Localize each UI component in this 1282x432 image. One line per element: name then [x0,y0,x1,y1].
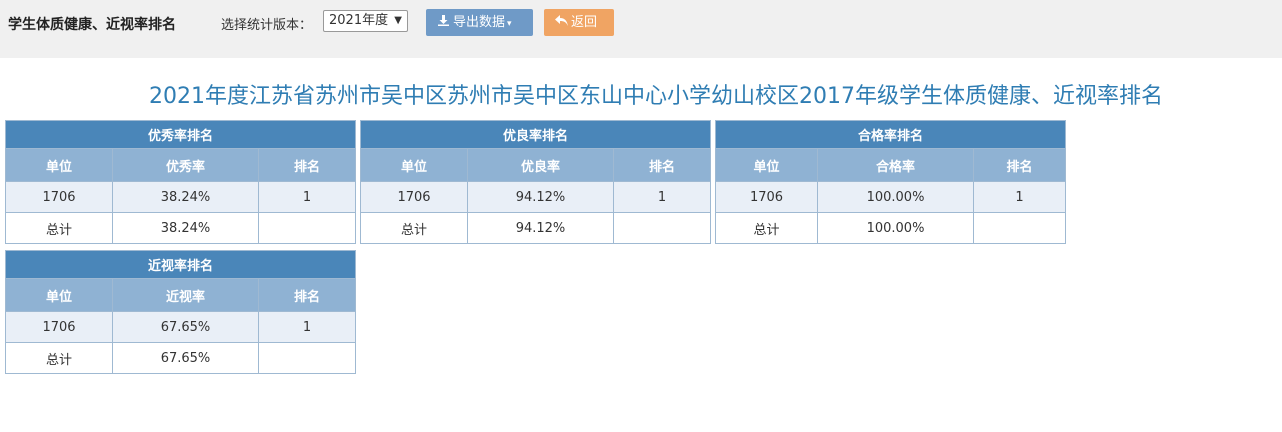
column-header: 排名 [612,148,712,182]
table-cell: 1706 [715,181,818,213]
page-title: 学生体质健康、近视率排名 [8,17,176,33]
table-cell: 1706 [5,311,113,343]
back-label: 返回 [571,15,598,30]
table-cell [257,342,357,374]
column-header: 近视率 [112,278,259,312]
table-cell [257,212,357,244]
export-data-button[interactable]: 导出数据 ▾ [426,9,533,36]
column-header: 排名 [257,148,357,182]
toolbar: 学生体质健康、近视率排名 选择统计版本： 2021年度 ▼ 导出数据 ▾ 返回 [0,0,1282,58]
column-header: 单位 [5,148,113,182]
column-header: 合格率 [817,148,974,182]
table-row: 总计 94.12% [360,212,712,244]
column-header: 排名 [257,278,357,312]
back-button[interactable]: 返回 [544,9,614,36]
column-header: 单位 [715,148,818,182]
table-cell: 总计 [5,212,113,244]
report-heading: 2021年度江苏省苏州市吴中区苏州市吴中区东山中心小学幼山校区2017年级学生体… [149,84,1163,109]
table-caption: 近视率排名 [4,250,357,279]
table-cell: 总计 [715,212,818,244]
column-header: 优秀率 [112,148,259,182]
table-cell: 38.24% [112,212,259,244]
table-row: 1706 67.65% 1 [5,311,357,343]
table-cell [612,212,712,244]
table-row: 1706 38.24% 1 [5,181,357,213]
table-cell: 1706 [5,181,113,213]
table-cell: 1 [257,311,357,343]
table-cell: 总计 [360,212,468,244]
version-select[interactable]: 2021年度 ▼ [323,10,408,32]
table-cell: 67.65% [112,342,259,374]
table-caption: 优秀率排名 [4,120,357,149]
table-row: 总计 100.00% [715,212,1067,244]
table-cell: 38.24% [112,181,259,213]
table-cell: 1 [612,181,712,213]
caret-down-icon: ▼ [394,15,402,26]
table-cell: 94.12% [467,212,614,244]
table-cell: 94.12% [467,181,614,213]
export-data-label: 导出数据 [453,15,506,30]
caret-down-icon: ▾ [507,19,512,29]
myopia-rate-table: 近视率排名 单位 近视率 排名 1706 67.65% 1 总计 67.65% [4,250,357,374]
excellent-rate-table: 优秀率排名 单位 优秀率 排名 1706 38.24% 1 总计 38.24% [4,120,357,244]
version-select-value: 2021年度 [329,13,389,28]
pass-rate-table: 合格率排名 单位 合格率 排名 1706 100.00% 1 总计 100.00… [714,120,1067,244]
table-cell: 100.00% [817,181,974,213]
table-cell: 1 [257,181,357,213]
table-cell: 1706 [360,181,468,213]
table-row: 总计 67.65% [5,342,357,374]
back-arrow-icon [554,9,568,36]
table-caption: 合格率排名 [714,120,1067,149]
table-row: 1706 100.00% 1 [715,181,1067,213]
column-header: 单位 [360,148,468,182]
table-cell: 67.65% [112,311,259,343]
column-header: 单位 [5,278,113,312]
table-row: 1706 94.12% 1 [360,181,712,213]
column-header: 排名 [972,148,1067,182]
column-header: 优良率 [467,148,614,182]
table-cell [972,212,1067,244]
download-icon [436,9,450,36]
good-rate-table: 优良率排名 单位 优良率 排名 1706 94.12% 1 总计 94.12% [359,120,712,244]
version-label: 选择统计版本： [221,18,313,33]
table-row: 总计 38.24% [5,212,357,244]
table-cell: 总计 [5,342,113,374]
table-cell: 100.00% [817,212,974,244]
table-caption: 优良率排名 [359,120,712,149]
table-cell: 1 [972,181,1067,213]
